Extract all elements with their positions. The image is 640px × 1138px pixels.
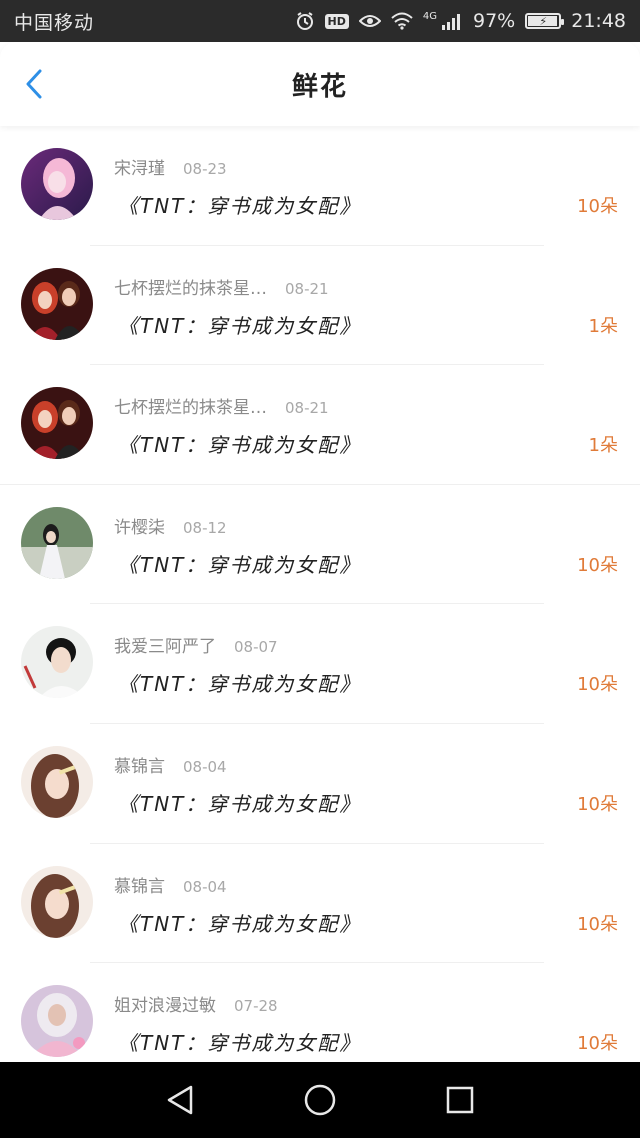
battery-percent: 97% (473, 10, 516, 32)
sender-name: 姐对浪漫过敏 (114, 996, 216, 1017)
flower-amount: 10朵 (577, 1033, 618, 1055)
gift-date: 08-04 (183, 877, 227, 896)
name-line: 慕锦言 08-04 (114, 872, 227, 897)
book-title: 《TNT：穿书成为女配》 (118, 1031, 362, 1056)
name-line: 慕锦言 08-04 (114, 752, 227, 777)
page-header: 鲜花 (0, 42, 640, 126)
flower-amount: 10朵 (577, 793, 618, 815)
sender-name: 七杯摆烂的抹茶星… (114, 398, 267, 419)
list-item[interactable]: 慕锦言 08-04 《TNT：穿书成为女配》 10朵 (0, 844, 640, 964)
book-title: 《TNT：穿书成为女配》 (118, 552, 362, 577)
avatar[interactable] (21, 267, 93, 340)
sender-name: 慕锦言 (114, 756, 165, 777)
list-item[interactable]: 宋浔瑾 08-23 《TNT：穿书成为女配》 10朵 (0, 126, 640, 246)
name-line: 许樱柒 08-12 (114, 513, 227, 538)
circle-home-icon (304, 1084, 336, 1116)
book-title: 《TNT：穿书成为女配》 (118, 911, 362, 936)
nav-back-button[interactable] (158, 1078, 202, 1122)
name-line: 姐对浪漫过敏 07-28 (114, 991, 278, 1016)
clock-time: 21:48 (571, 10, 626, 32)
signal-icon (441, 12, 463, 30)
system-navigation-bar (0, 1062, 640, 1138)
flower-amount: 10朵 (577, 913, 618, 935)
alarm-icon (295, 11, 315, 31)
book-title: 《TNT：穿书成为女配》 (118, 313, 362, 338)
battery-icon: ⚡ (525, 13, 565, 29)
name-line: 宋浔瑾 08-23 (114, 154, 227, 179)
book-title: 《TNT：穿书成为女配》 (118, 433, 362, 458)
nav-home-button[interactable] (298, 1078, 342, 1122)
flower-amount: 10朵 (577, 674, 618, 696)
back-button[interactable] (18, 68, 50, 100)
gift-date: 08-23 (183, 160, 227, 178)
wifi-icon (391, 12, 413, 30)
book-title: 《TNT：穿书成为女配》 (118, 672, 362, 697)
flower-record-list: 宋浔瑾 08-23 《TNT：穿书成为女配》 10朵 七杯摆烂的抹茶星… 08-… (0, 126, 640, 1083)
avatar[interactable] (21, 865, 93, 938)
charging-bolt-icon: ⚡ (539, 14, 548, 28)
carrier-label: 中国移动 (14, 11, 95, 34)
gift-date: 08-21 (285, 279, 329, 298)
avatar[interactable] (21, 506, 93, 579)
avatar[interactable] (21, 745, 93, 818)
sender-name: 七杯摆烂的抹茶星… (114, 278, 267, 299)
gift-date: 08-07 (234, 638, 278, 657)
page-title: 鲜花 (291, 71, 348, 102)
flower-amount: 10朵 (577, 554, 618, 576)
avatar[interactable] (21, 148, 93, 220)
nav-recents-button[interactable] (438, 1078, 482, 1122)
chevron-left-icon (26, 69, 42, 99)
square-recents-icon (446, 1086, 474, 1114)
list-item[interactable]: 慕锦言 08-04 《TNT：穿书成为女配》 10朵 (0, 724, 640, 844)
sender-name: 我爱三阿严了 (114, 637, 216, 658)
list-item[interactable]: 许樱柒 08-12 《TNT：穿书成为女配》 10朵 (0, 485, 640, 605)
gift-date: 08-12 (183, 518, 227, 537)
sender-name: 宋浔瑾 (114, 159, 165, 179)
flower-amount: 10朵 (577, 196, 618, 217)
triangle-back-icon (167, 1085, 193, 1115)
sender-name: 慕锦言 (114, 876, 165, 897)
gift-date: 08-04 (183, 757, 227, 776)
list-item[interactable]: 我爱三阿严了 08-07 《TNT：穿书成为女配》 10朵 (0, 604, 640, 724)
name-line: 我爱三阿严了 08-07 (114, 632, 278, 657)
book-title: 《TNT：穿书成为女配》 (118, 791, 362, 816)
book-title: 《TNT：穿书成为女配》 (118, 194, 362, 218)
eye-icon (358, 13, 381, 29)
flower-amount: 1朵 (588, 315, 618, 337)
flower-amount: 1朵 (588, 435, 618, 457)
avatar[interactable] (21, 626, 93, 699)
status-bar: 中国移动 HD 4G 97% ⚡ 21:48 (0, 0, 640, 42)
hd-badge: HD (324, 13, 349, 29)
avatar[interactable] (21, 985, 93, 1058)
gift-date: 07-28 (234, 997, 278, 1016)
name-line: 七杯摆烂的抹茶星… 08-21 (114, 393, 329, 418)
list-item[interactable]: 七杯摆烂的抹茶星… 08-21 《TNT：穿书成为女配》 1朵 (0, 246, 640, 366)
name-line: 七杯摆烂的抹茶星… 08-21 (114, 274, 329, 299)
gift-date: 08-21 (285, 399, 329, 418)
list-item[interactable]: 七杯摆烂的抹茶星… 08-21 《TNT：穿书成为女配》 1朵 (0, 365, 640, 485)
network-type-label: 4G (422, 10, 437, 22)
avatar[interactable] (21, 387, 93, 460)
status-icons: HD 4G 97% ⚡ 21:48 (295, 10, 626, 32)
sender-name: 许樱柒 (114, 517, 165, 538)
